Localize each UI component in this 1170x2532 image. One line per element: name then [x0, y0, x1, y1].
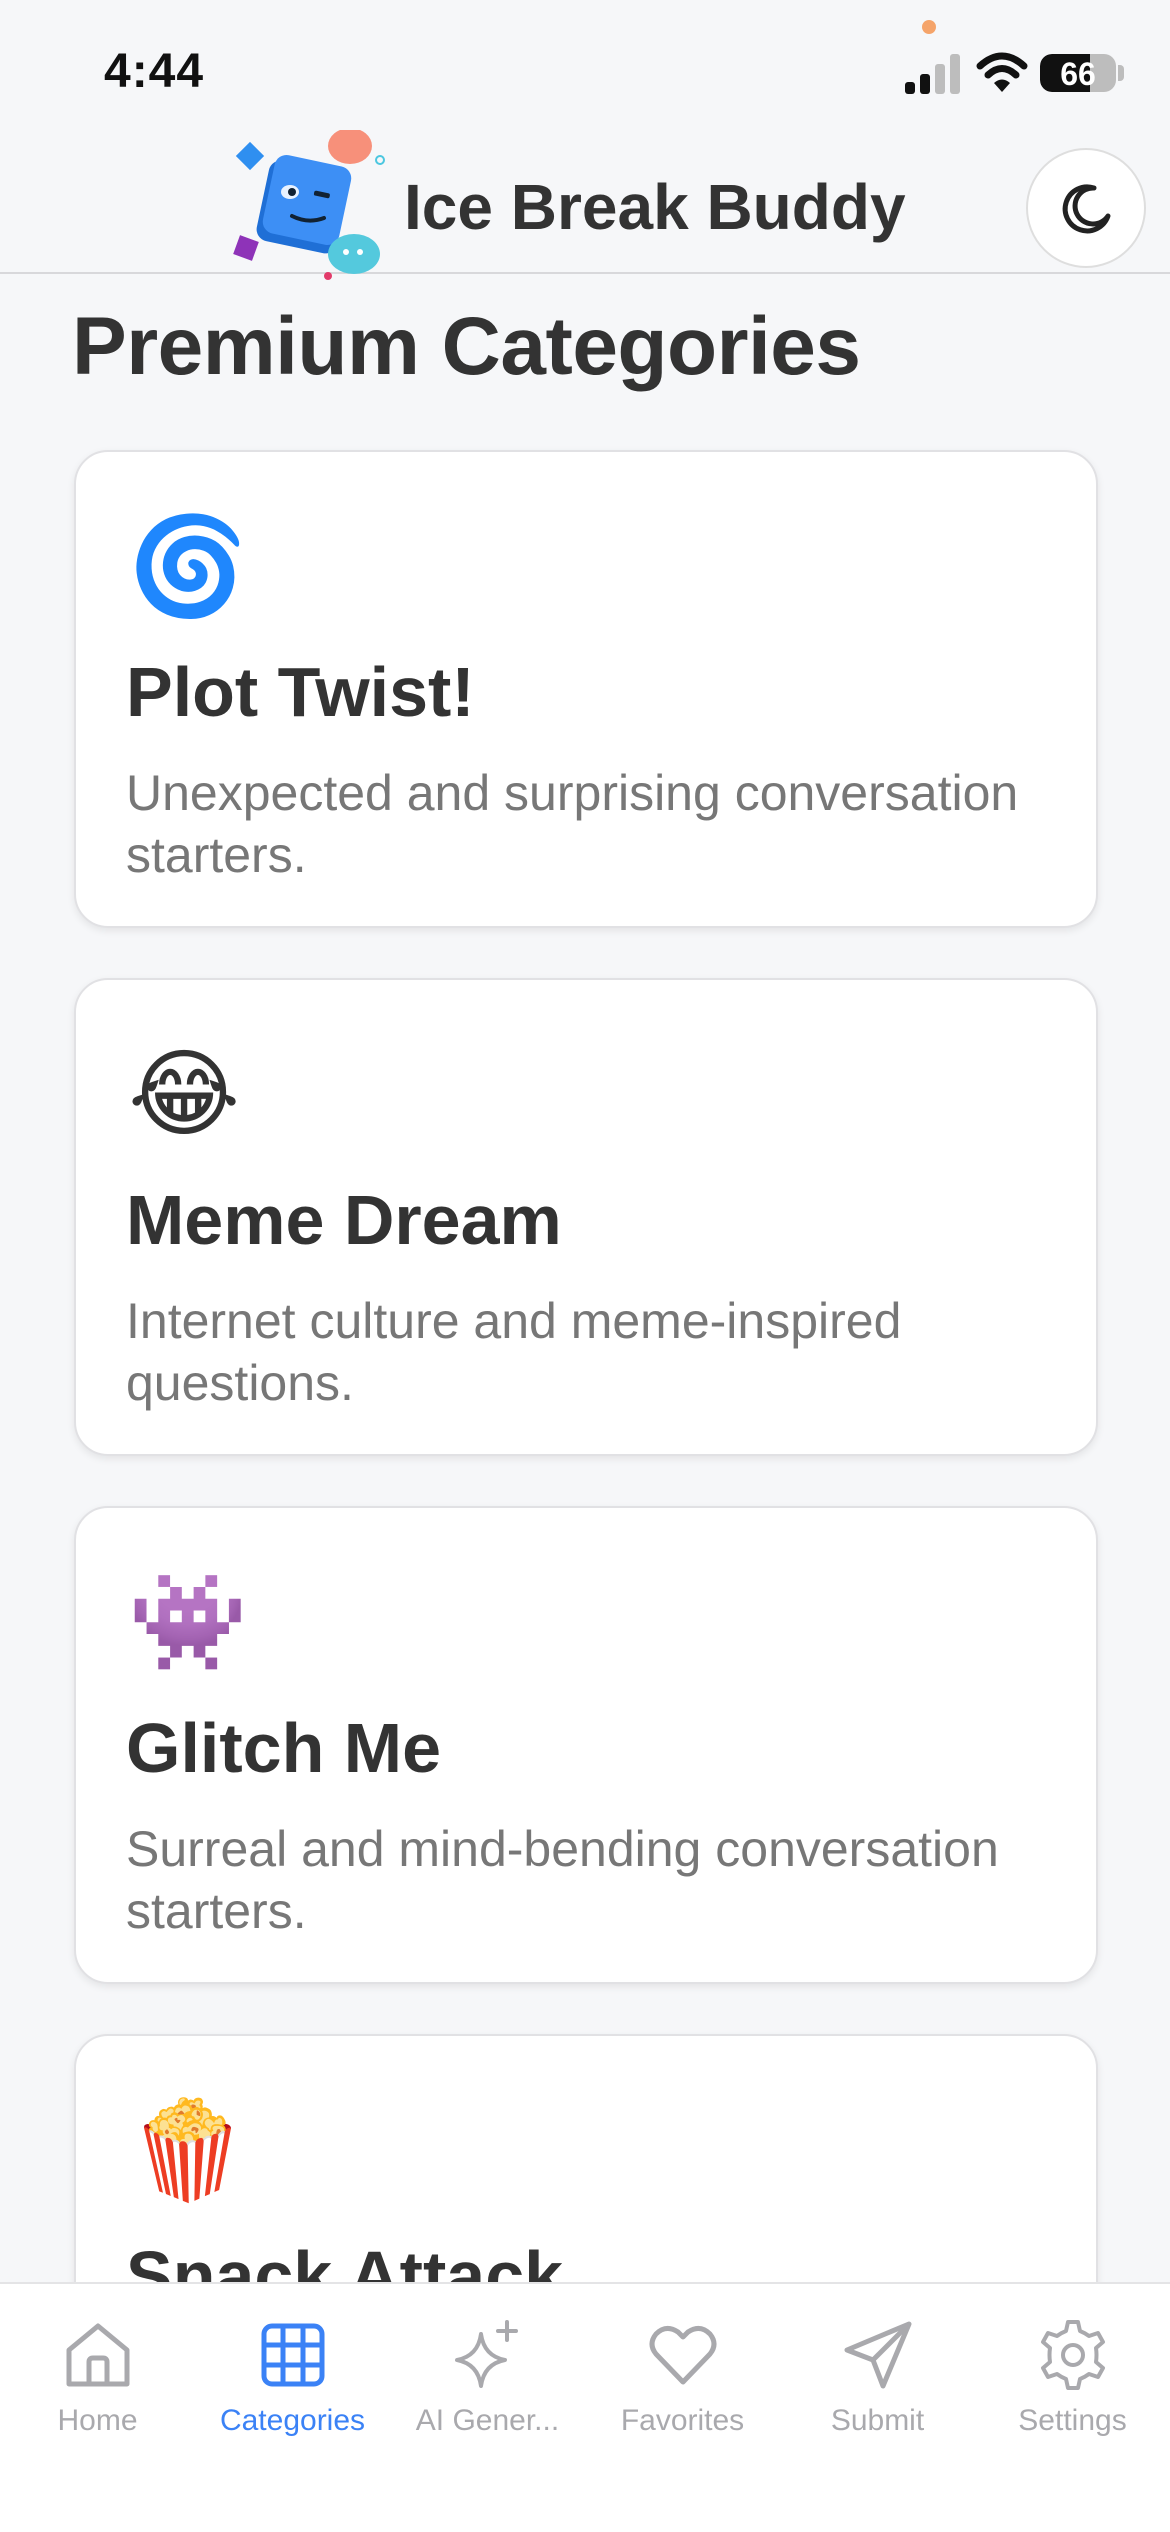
category-description: Internet culture and meme-inspired quest… — [126, 1293, 902, 1411]
tab-label: Home — [57, 2404, 138, 2437]
tab-submit[interactable]: Submit — [780, 2302, 975, 2452]
send-icon — [844, 2321, 911, 2389]
popcorn-icon: 🍿 — [128, 2097, 248, 2204]
category-card-plot-twist[interactable]: 🌀 Plot Twist! Unexpected and surprising … — [74, 450, 1098, 928]
category-title: Plot Twist! — [126, 653, 475, 731]
category-title: Meme Dream — [126, 1181, 562, 1259]
home-icon — [66, 2323, 129, 2387]
wifi-icon — [976, 52, 1028, 92]
status-bar: 4:44 66 — [0, 0, 1170, 130]
moon-icon — [1062, 184, 1111, 234]
theme-toggle-button[interactable] — [1026, 148, 1146, 268]
tab-bar: Home Categories AI Gener... Favorites Su… — [0, 2282, 1170, 2532]
category-title: Glitch Me — [126, 1709, 442, 1787]
tab-label: Settings — [1018, 2404, 1127, 2437]
sparkles-icon — [454, 2320, 518, 2388]
category-description: Unexpected and surprising conversation s… — [126, 765, 1019, 883]
tab-home[interactable]: Home — [0, 2302, 195, 2452]
battery-icon: 66 — [1040, 54, 1116, 92]
gear-icon — [1040, 2320, 1105, 2390]
page-title: Premium Categories — [72, 301, 861, 392]
alien-monster-icon: 👾 — [128, 1569, 248, 1676]
tab-label: AI Gener... — [415, 2404, 560, 2437]
heart-icon — [649, 2326, 716, 2385]
category-card-meme-dream[interactable]: 😂 Meme Dream Internet culture and meme-i… — [74, 978, 1098, 1456]
privacy-indicator-dot — [922, 20, 936, 34]
app-title: Ice Break Buddy — [404, 171, 906, 243]
laughing-face-icon: 😂 — [128, 1041, 241, 1148]
tab-settings[interactable]: Settings — [975, 2302, 1170, 2452]
app-logo-icon — [233, 130, 385, 280]
app-screen: 4:44 66 Ice Break Buddy Premium Categori… — [0, 0, 1170, 2532]
tab-favorites[interactable]: Favorites — [585, 2302, 780, 2452]
category-card-glitch-me[interactable]: 👾 Glitch Me Surreal and mind-bending con… — [74, 1506, 1098, 1984]
tab-categories[interactable]: Categories — [195, 2302, 390, 2452]
cellular-signal-icon — [905, 52, 961, 94]
tab-label: Submit — [830, 2404, 925, 2437]
app-header: Ice Break Buddy — [0, 130, 1170, 280]
status-time: 4:44 — [104, 45, 205, 98]
tab-label: Favorites — [620, 2404, 745, 2437]
tab-ai-generator[interactable]: AI Gener... — [390, 2302, 585, 2452]
tab-label: Categories — [219, 2404, 366, 2437]
battery-level: 66 — [1060, 56, 1096, 92]
category-description: Surreal and mind-bending conversation st… — [126, 1821, 999, 1939]
cyclone-icon: 🌀 — [128, 513, 248, 620]
category-list: 🌀 Plot Twist! Unexpected and surprising … — [74, 450, 1098, 2532]
grid-icon — [261, 2323, 324, 2387]
